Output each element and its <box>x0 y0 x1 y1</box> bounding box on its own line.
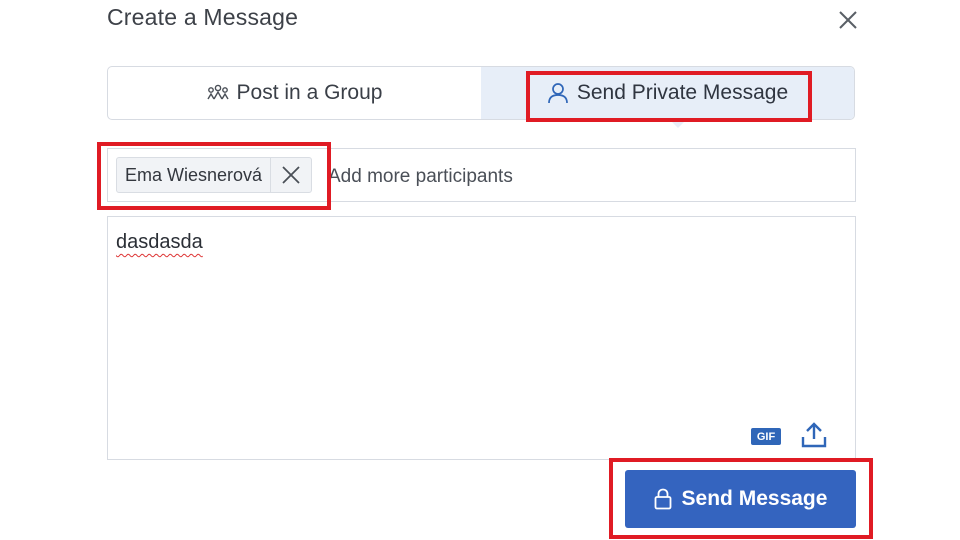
upload-button[interactable] <box>800 421 828 449</box>
message-textarea[interactable]: dasdasda GIF <box>107 216 856 460</box>
message-type-tabs: Post in a Group Send Private Message <box>107 66 855 120</box>
close-icon <box>839 11 857 29</box>
close-icon <box>282 166 300 184</box>
active-tab-pointer <box>669 119 687 128</box>
gif-label: GIF <box>756 430 776 443</box>
add-participants-input[interactable] <box>326 159 830 195</box>
upload-icon <box>801 422 827 448</box>
tab-label: Post in a Group <box>236 81 383 104</box>
send-button-label: Send Message <box>681 487 828 510</box>
participants-field: Ema Wiesnerová <box>107 148 856 202</box>
dialog-title: Create a Message <box>107 4 299 30</box>
group-icon <box>206 84 229 100</box>
close-button[interactable] <box>834 6 862 34</box>
send-message-button[interactable]: Send Message <box>625 470 856 528</box>
remove-participant-button[interactable] <box>270 158 311 192</box>
tab-label: Send Private Message <box>576 81 789 104</box>
tab-send-private-message[interactable]: Send Private Message <box>481 67 854 119</box>
user-icon <box>547 83 568 104</box>
gif-button[interactable]: GIF <box>751 428 781 445</box>
lock-icon <box>654 488 671 510</box>
participant-chip: Ema Wiesnerová <box>116 157 313 193</box>
message-text: dasdasda <box>116 231 203 253</box>
tab-post-in-group[interactable]: Post in a Group <box>108 67 481 119</box>
participant-name: Ema Wiesnerová <box>125 164 263 185</box>
